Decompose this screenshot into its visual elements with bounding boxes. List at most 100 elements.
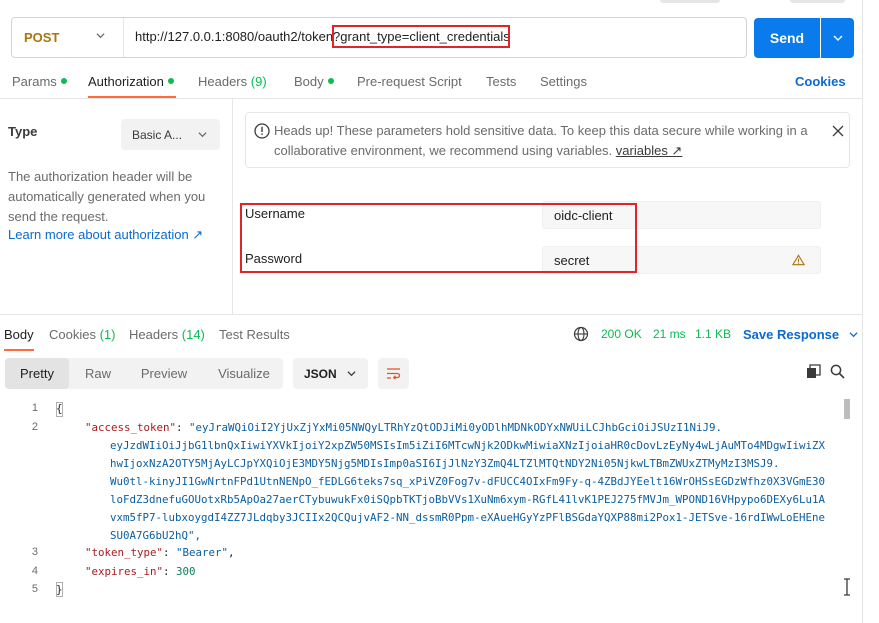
chevron-down-icon [96,33,105,39]
view-raw-button[interactable]: Raw [73,358,123,389]
password-field[interactable]: secret [542,246,821,274]
json-token-line-2: hwIjoxNzA2OTY5MjAyLCJpYXQiOjE3MDY5Njg5MD… [110,457,780,470]
view-pretty-button[interactable]: Pretty [5,358,69,389]
warning-text: Heads up! These parameters hold sensitiv… [274,121,814,161]
response-format-select[interactable]: JSON [293,358,368,389]
tab-params[interactable]: Params [12,74,67,89]
json-token-line-1: eyJzdWIiOiJjbG1lbnQxIiwiYXVkIjoiY2xpZW50… [110,439,826,452]
line-number: 5 [31,583,38,595]
auth-type-select[interactable]: Basic A... [121,119,220,150]
response-view-toggle: Pretty Raw Preview Visualize [5,358,283,389]
username-label: Username [245,206,305,221]
response-tab-body[interactable]: Body [4,327,34,342]
username-field[interactable]: oidc-client [542,201,821,229]
response-size[interactable]: 1.1 KB [695,327,731,341]
password-label: Password [245,251,303,266]
request-response-divider [0,314,862,315]
line-number: 2 [31,421,38,433]
request-url-bar: POST http://127.0.0.1:8080/oauth2/token?… [11,17,747,58]
tab-tests[interactable]: Tests [486,74,516,89]
tab-params-label: Params [12,74,57,89]
send-button[interactable]: Send [754,18,820,58]
warning-triangle-icon [792,254,805,266]
response-headers-count: (14) [181,327,205,342]
json-token-line-4: loFdZ3dnefuGOUotxRb5ApOa27aerCTybuwukFx0… [110,493,826,506]
response-tab-body-label: Body [4,327,34,342]
chevron-down-icon [198,132,207,138]
globe-icon[interactable] [573,326,589,342]
json-line-access-token: "access_token": "eyJraWQiOiI2YjUxZjYxMi0… [85,421,723,434]
response-active-tab-indicator [4,349,34,351]
line-number: 3 [31,546,38,558]
response-tab-test-results[interactable]: Test Results [219,327,290,342]
url-base: http://127.0.0.1:8080/oauth2/token? [135,29,341,44]
tab-prerequest-script[interactable]: Pre-request Script [357,74,462,89]
json-key-token-type: "token_type" [85,546,164,559]
response-tab-test-results-label: Test Results [219,327,290,342]
response-tab-cookies[interactable]: Cookies (1) [49,327,115,342]
line-number: 1 [31,402,38,414]
request-tabs: Params Authorization Headers (9) Body Pr… [0,66,879,98]
close-icon[interactable] [832,125,844,137]
tab-body-label: Body [294,74,324,89]
auth-type-label: Type [8,124,38,139]
view-preview-button[interactable]: Preview [129,358,199,389]
auth-type-value: Basic A... [132,127,183,142]
response-time[interactable]: 21 ms [653,327,686,341]
response-format-value: JSON [304,366,337,381]
variables-link[interactable]: variables ↗ [616,143,683,158]
wrap-lines-button[interactable] [378,358,409,389]
tab-headers-label: Headers [198,74,248,89]
tab-headers-count: (9) [250,74,267,89]
username-value: oidc-client [554,207,613,223]
json-line-expires-in: "expires_in": 300 [85,565,196,578]
cookies-link[interactable]: Cookies [795,74,846,89]
tab-settings-label: Settings [540,74,587,89]
view-visualize-button[interactable]: Visualize [207,358,281,389]
json-line-token-type: "token_type": "Bearer", [85,546,235,559]
save-response-label: Save Response [743,327,840,342]
tab-tests-label: Tests [486,74,517,89]
url-input[interactable]: http://127.0.0.1:8080/oauth2/token?grant… [135,29,510,44]
json-key-access-token: "access_token" [85,421,177,434]
chevron-down-icon [347,371,356,377]
learn-more-auth-link[interactable]: Learn more about authorization ↗ [8,227,203,243]
save-response-button[interactable]: Save Response [743,327,858,342]
tab-authorization[interactable]: Authorization [88,74,174,89]
tab-prerequest-label: Pre-request Script [357,74,462,89]
text-cursor-icon [844,578,850,596]
warning-message: Heads up! These parameters hold sensitiv… [274,123,808,158]
copy-icon[interactable] [806,364,821,379]
chevron-down-icon [849,332,858,338]
response-tab-headers[interactable]: Headers (14) [129,327,205,342]
wrap-lines-icon [387,368,401,380]
info-circle-icon [254,123,270,139]
authorization-dot-indicator [167,78,174,84]
params-dot-indicator [60,78,67,84]
tabs-divider [0,98,862,99]
top-edge-pill-2 [790,0,845,3]
line-number: 4 [31,565,38,577]
password-value: secret [554,252,590,268]
body-dot-indicator [327,78,334,84]
response-tab-headers-label: Headers [129,327,179,342]
send-options-button[interactable] [821,18,854,58]
search-icon[interactable] [830,364,845,379]
json-value-expires-in: 300 [176,565,196,578]
response-status[interactable]: 200 OK [601,327,642,341]
json-token-line-3: Wu0tl-kinyJI1GwNrtnFPd1UtnNENpO_fEDLG6te… [110,475,826,488]
tab-body[interactable]: Body [294,74,334,89]
top-edge-pill-1 [660,0,720,3]
tab-headers[interactable]: Headers (9) [198,74,267,89]
auth-panel-divider [232,98,233,314]
method-separator [123,18,124,57]
tab-settings[interactable]: Settings [540,74,587,89]
json-token-line-6: SU0A7G6bU2hQ", [110,529,202,542]
response-scrollbar[interactable] [844,399,850,419]
method-dropdown[interactable]: POST [12,18,122,57]
sensitive-data-warning: Heads up! These parameters hold sensitiv… [245,112,850,168]
method-label: POST [24,30,60,45]
response-cookies-count: (1) [99,327,116,342]
url-query-param: grant_type=client_credentials [340,29,510,44]
json-close-brace: } [56,583,63,596]
